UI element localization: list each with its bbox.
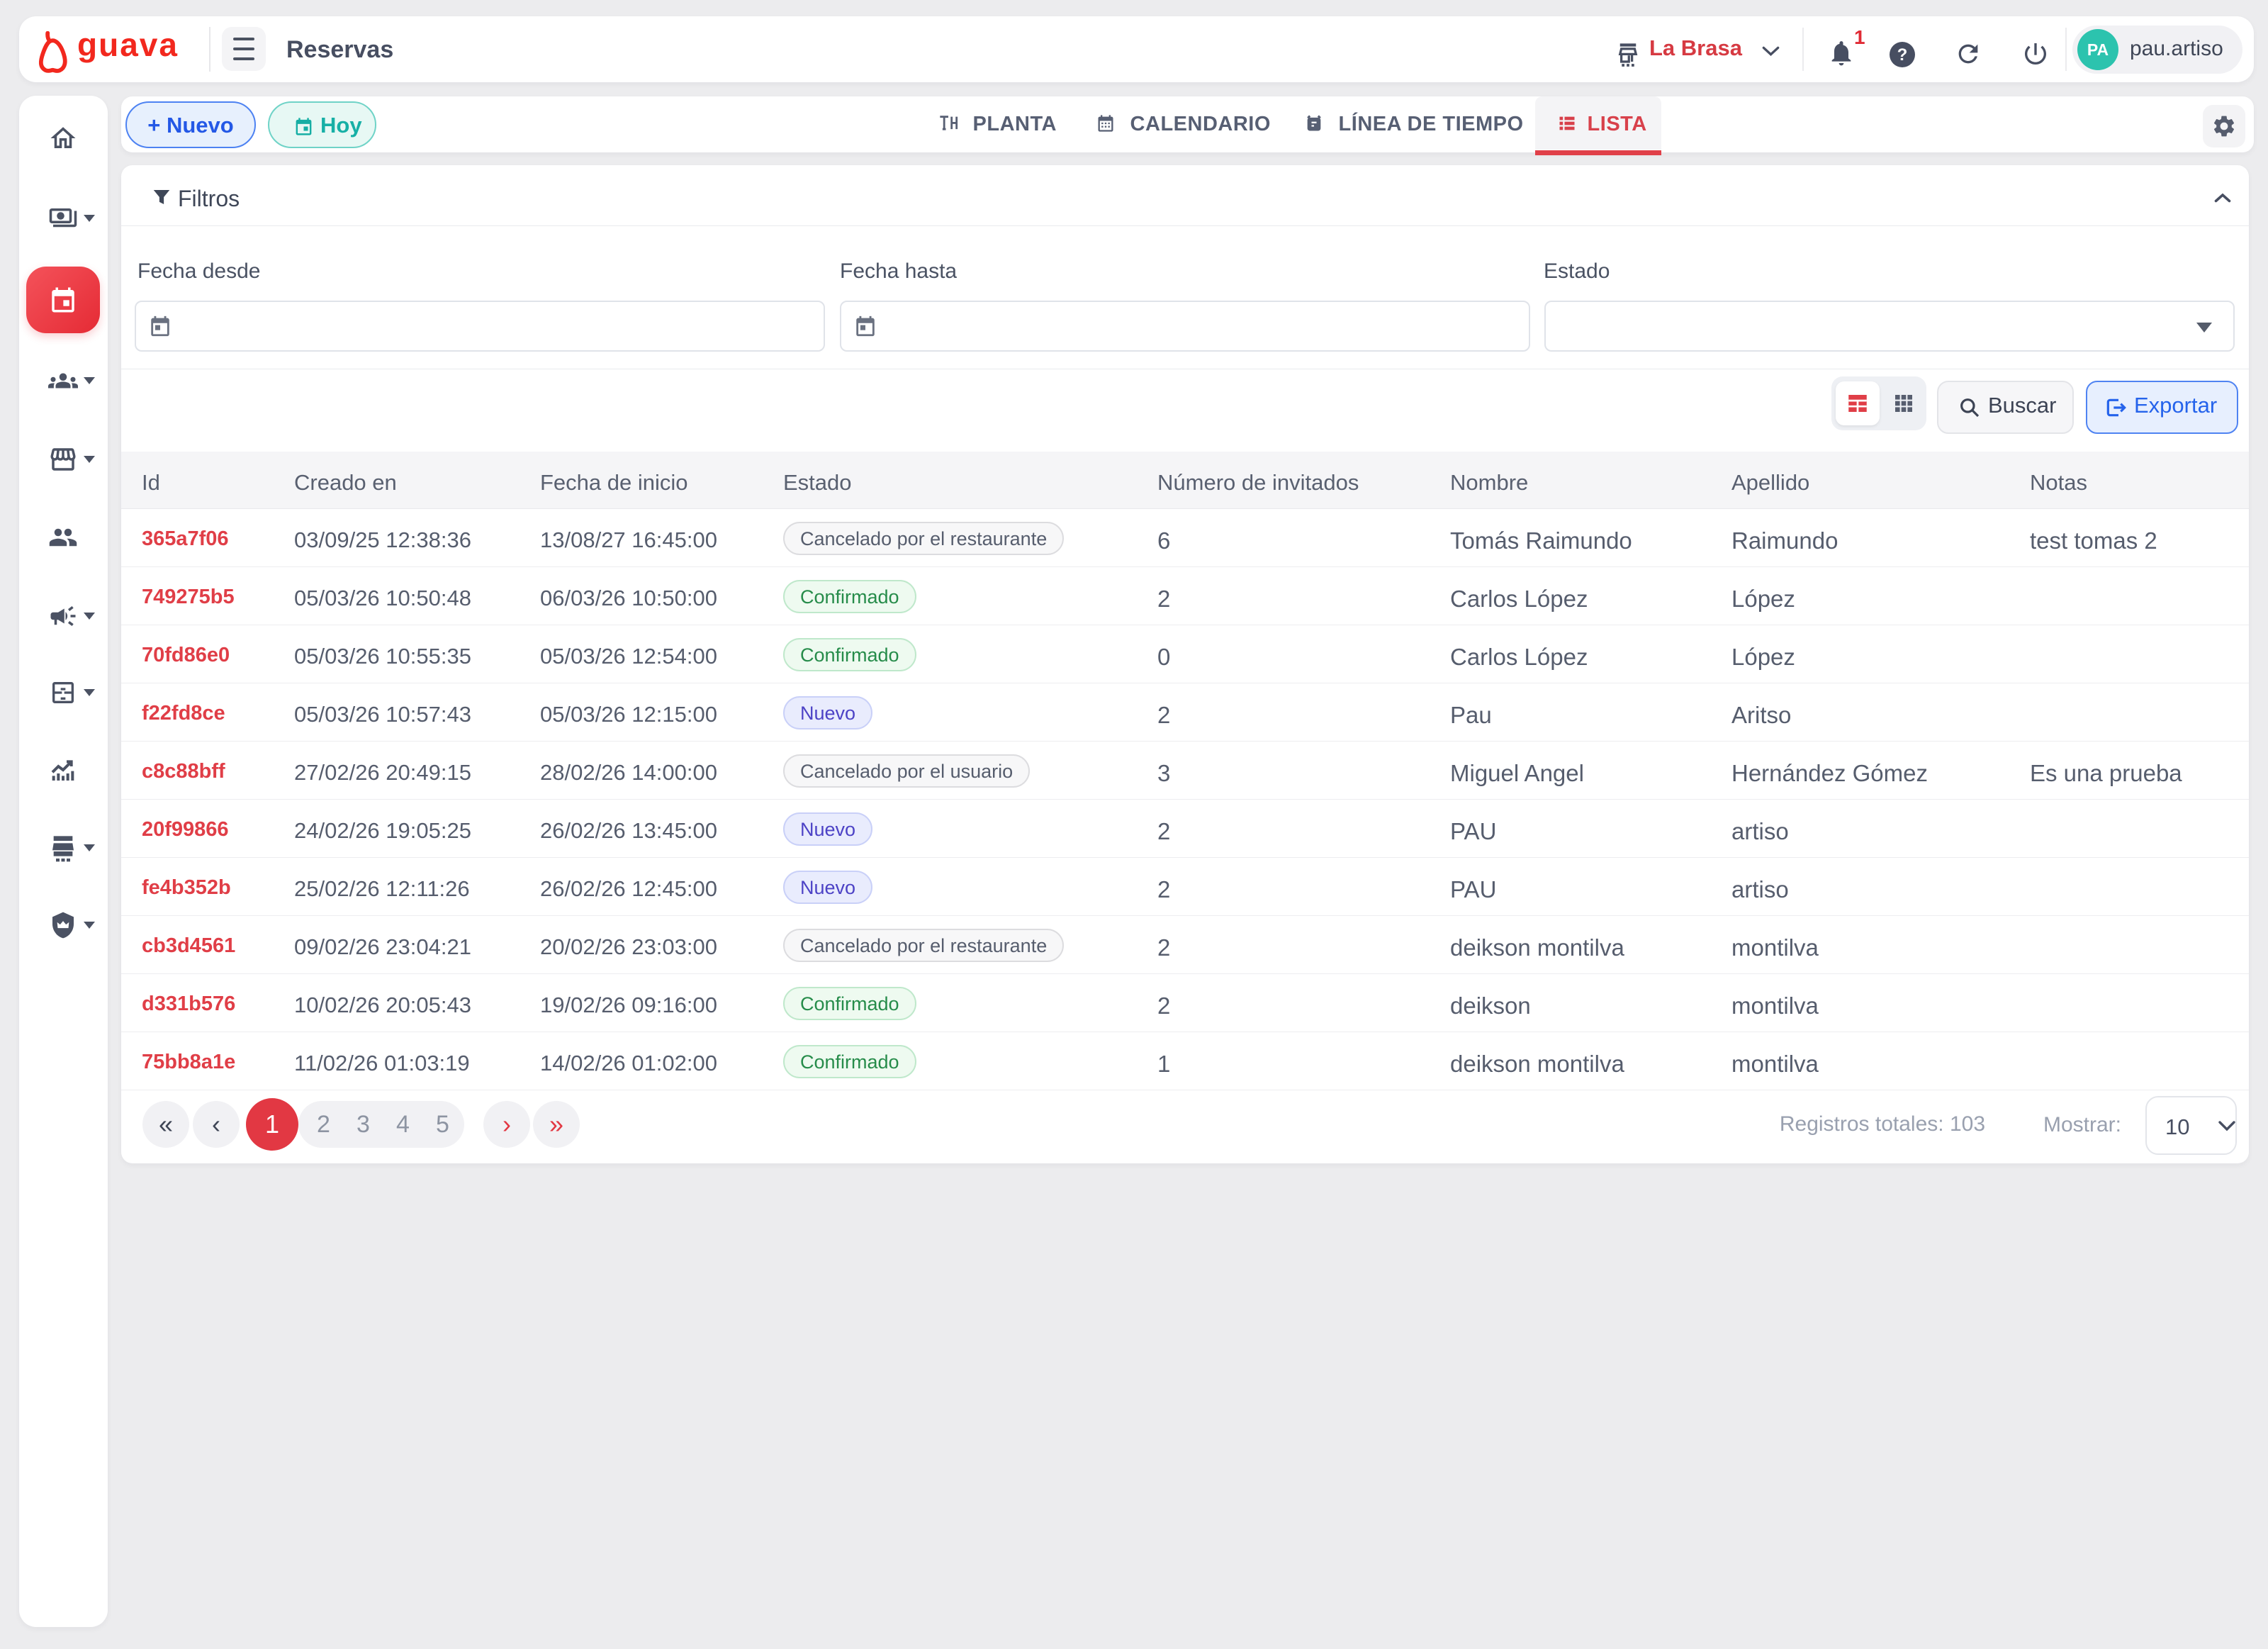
svg-text:?: ? <box>1897 45 1908 65</box>
